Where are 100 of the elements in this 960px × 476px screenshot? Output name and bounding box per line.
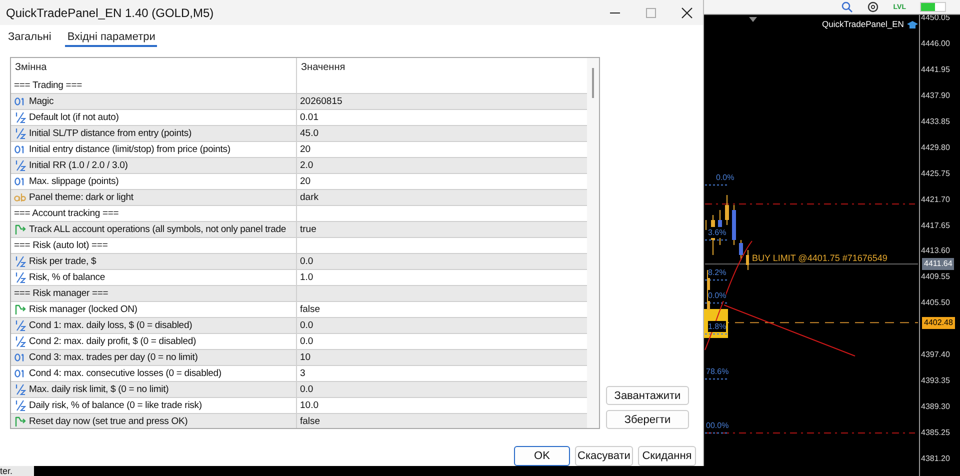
fraction-icon bbox=[14, 112, 26, 123]
order-label: BUY LIMIT @4401.75 #71676549 bbox=[752, 252, 888, 264]
table-cell[interactable]: 20 bbox=[297, 174, 587, 189]
price-label: 4393.35 bbox=[921, 375, 950, 388]
scrollbar-thumb[interactable] bbox=[592, 68, 594, 98]
table-cell[interactable]: Max. slippage (points) bbox=[11, 174, 297, 189]
fraction-icon bbox=[14, 336, 26, 347]
tab[interactable]: Вхідні параметри bbox=[65, 29, 158, 48]
table-cell[interactable]: Cond 4: max. consecutive losses (0 = disabled) bbox=[11, 366, 297, 381]
fib-label: 8.2% bbox=[708, 267, 726, 278]
table-cell[interactable]: 0.0 bbox=[297, 254, 587, 269]
fib-line bbox=[704, 302, 728, 304]
table-cell[interactable]: true bbox=[297, 222, 587, 237]
graduation-cap-icon bbox=[907, 21, 918, 30]
tab[interactable]: Загальні bbox=[6, 29, 54, 48]
table-cell[interactable]: Initial RR (1.0 / 2.0 / 3.0) bbox=[11, 158, 297, 173]
fraction-icon bbox=[14, 128, 26, 139]
fraction-icon bbox=[14, 400, 26, 411]
dialog-button[interactable]: Скасувати bbox=[575, 446, 633, 466]
table-cell[interactable]: 10.0 bbox=[297, 398, 587, 413]
table-cell[interactable]: Risk manager (locked ON) bbox=[11, 302, 297, 317]
status-text: ter. bbox=[0, 466, 34, 476]
price-badge: 4411.64 bbox=[922, 258, 954, 270]
flag-arrow-icon bbox=[14, 224, 26, 235]
table-cell[interactable]: Cond 2: max. daily profit, $ (0 = disabled) bbox=[11, 334, 297, 349]
price-label: 4397.40 bbox=[921, 349, 950, 362]
number-icon bbox=[14, 145, 26, 154]
table-cell[interactable]: Default lot (if not auto) bbox=[11, 110, 297, 125]
flag-arrow-icon bbox=[14, 304, 26, 315]
fib-label: 0.0% bbox=[716, 172, 734, 183]
table-cell[interactable]: Risk per trade, $ bbox=[11, 254, 297, 269]
table-cell[interactable]: === Risk (auto lot) === bbox=[11, 238, 297, 253]
table-cell[interactable]: 20260815 bbox=[297, 94, 587, 109]
dialog-button[interactable]: OK bbox=[514, 446, 570, 466]
table-cell[interactable]: 10 bbox=[297, 350, 587, 365]
dialog-button[interactable]: Скидання bbox=[638, 446, 696, 466]
fib-line bbox=[704, 378, 728, 380]
flag-arrow-icon bbox=[14, 416, 26, 427]
table-cell[interactable]: 20 bbox=[297, 142, 587, 157]
column-header: Значення bbox=[300, 61, 346, 75]
price-label: 4433.85 bbox=[921, 116, 950, 128]
fraction-icon bbox=[14, 256, 26, 267]
number-icon bbox=[14, 97, 26, 106]
table-cell[interactable]: Initial entry distance (limit/stop) from price (points) bbox=[11, 142, 297, 157]
table-cell[interactable]: 0.0 bbox=[297, 318, 587, 333]
number-icon bbox=[14, 353, 26, 362]
fraction-icon bbox=[14, 320, 26, 331]
fib-label: 00.0% bbox=[706, 420, 729, 431]
table-cell[interactable]: 0.01 bbox=[297, 110, 587, 125]
fib-label: 3.6% bbox=[708, 227, 726, 238]
number-icon bbox=[14, 369, 26, 378]
table-cell[interactable]: Initial SL/TP distance from entry (points) bbox=[11, 126, 297, 141]
price-label: 4417.65 bbox=[921, 220, 950, 232]
table-cell[interactable]: 0.0 bbox=[297, 334, 587, 349]
fraction-icon bbox=[14, 384, 26, 395]
price-badge: 4402.48 bbox=[922, 316, 955, 329]
indicator-label: QuickTradePanel_EN bbox=[822, 19, 904, 29]
fib-line bbox=[704, 432, 728, 434]
table-cell[interactable]: Reset day now (set true and press OK) bbox=[11, 414, 297, 428]
fib-line bbox=[704, 184, 728, 186]
table-cell[interactable]: 45.0 bbox=[297, 126, 587, 141]
table-cell[interactable]: Cond 1: max. daily loss, $ (0 = disabled) bbox=[11, 318, 297, 333]
price-label: 4389.30 bbox=[921, 401, 950, 414]
fraction-icon bbox=[14, 160, 26, 171]
price-label: 4421.70 bbox=[921, 194, 950, 206]
table-cell[interactable]: Panel theme: dark or light bbox=[11, 190, 297, 205]
table-cell[interactable]: false bbox=[297, 302, 587, 317]
fib-label: 1.8% bbox=[708, 321, 726, 332]
price-label: 4429.80 bbox=[921, 142, 950, 154]
side-button[interactable]: Завантажити bbox=[606, 386, 689, 405]
price-label: 4381.20 bbox=[921, 452, 950, 465]
table-cell[interactable]: dark bbox=[297, 190, 587, 205]
window-title: QuickTradePanel_EN 1.40 (GOLD,M5) bbox=[6, 6, 214, 20]
price-label: 4425.75 bbox=[921, 168, 950, 180]
table-cell[interactable]: Risk, % of balance bbox=[11, 270, 297, 285]
marker-icon bbox=[749, 17, 757, 22]
table-cell[interactable]: === Trading === bbox=[11, 78, 297, 93]
table-cell[interactable]: false bbox=[297, 414, 587, 428]
price-label: 4409.55 bbox=[921, 271, 950, 284]
table-cell[interactable]: Daily risk, % of balance (0 = like trade risk) bbox=[11, 398, 297, 413]
table-cell[interactable]: Magic bbox=[11, 94, 297, 109]
table-cell[interactable]: === Account tracking === bbox=[11, 206, 297, 221]
close-icon[interactable] bbox=[681, 6, 693, 19]
table-cell[interactable]: Max. daily risk limit, $ (0 = no limit) bbox=[11, 382, 297, 397]
table-cell[interactable]: 3 bbox=[297, 366, 587, 381]
table-cell[interactable]: Cond 3: max. trades per day (0 = no limit) bbox=[11, 350, 297, 365]
table-cell[interactable]: 0.0 bbox=[297, 382, 587, 397]
search-icon[interactable] bbox=[841, 1, 854, 13]
settings-icon[interactable] bbox=[867, 1, 880, 13]
fib-label: 78.6% bbox=[706, 366, 729, 377]
table-cell[interactable]: 1.0 bbox=[297, 270, 587, 285]
table-cell[interactable]: 2.0 bbox=[297, 158, 587, 173]
price-label: 4437.90 bbox=[921, 90, 950, 102]
fraction-icon bbox=[14, 272, 26, 283]
side-button[interactable]: Зберегти bbox=[606, 410, 689, 429]
number-icon bbox=[14, 177, 26, 186]
price-label: 4405.50 bbox=[921, 297, 950, 310]
table-cell[interactable]: Track ALL account operations (all symbols, not only panel trade bbox=[11, 222, 297, 237]
text-type-icon bbox=[14, 193, 26, 202]
price-label: 4441.95 bbox=[921, 64, 950, 76]
